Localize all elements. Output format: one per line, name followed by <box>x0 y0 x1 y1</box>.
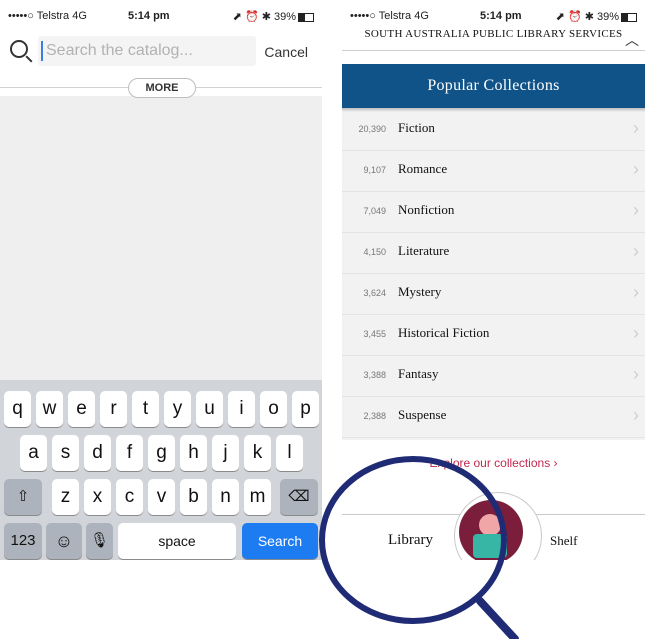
key-q[interactable]: q <box>4 391 31 427</box>
chevron-right-icon: › <box>633 282 639 302</box>
collection-name: Fantasy <box>398 366 439 381</box>
collection-row[interactable]: 4,150 Literature › <box>342 233 645 274</box>
key-c[interactable]: c <box>116 479 143 515</box>
key-e[interactable]: e <box>68 391 95 427</box>
key-h[interactable]: h <box>180 435 207 471</box>
results-area <box>0 96 322 380</box>
collection-count: 20,390 <box>358 124 386 134</box>
key-z[interactable]: z <box>52 479 79 515</box>
collection-row[interactable]: 3,388 Fantasy › <box>342 356 645 397</box>
key-g[interactable]: g <box>148 435 175 471</box>
collection-name: Historical Fiction <box>398 325 490 340</box>
key-x[interactable]: x <box>84 479 111 515</box>
chevron-right-icon: › <box>633 159 639 179</box>
collection-count: 9,107 <box>363 165 386 175</box>
collection-name: Romance <box>398 161 448 176</box>
more-button[interactable]: MORE <box>128 78 196 98</box>
key-v[interactable]: v <box>148 479 175 515</box>
key-u[interactable]: u <box>196 391 223 427</box>
key-n[interactable]: n <box>212 479 239 515</box>
shift-key[interactable]: ⇧ <box>4 479 42 515</box>
collection-name: Literature <box>398 243 450 258</box>
avatar-face <box>479 514 501 536</box>
battery-icon <box>621 12 637 22</box>
explore-collections-link[interactable]: Explore our collections › <box>342 456 645 470</box>
key-f[interactable]: f <box>116 435 143 471</box>
collection-name: Nonfiction <box>398 202 455 217</box>
header-divider <box>342 50 645 51</box>
cancel-button[interactable]: Cancel <box>264 44 308 60</box>
status-bar: •••••○ Telstra 4G 5:14 pm ⬈ ⏰ ✱ 39% <box>342 0 645 28</box>
status-bar: •••••○ Telstra 4G 5:14 pm ⬈ ⏰ ✱ 39% <box>0 0 322 28</box>
chevron-up-icon[interactable]: ︿ <box>625 30 639 50</box>
time-label: 5:14 pm <box>128 10 170 22</box>
emoji-key[interactable]: ☺ <box>46 523 82 559</box>
collection-row[interactable]: 3,455 Historical Fiction › <box>342 315 645 356</box>
chevron-right-icon: › <box>633 364 639 384</box>
key-j[interactable]: j <box>212 435 239 471</box>
microphone-key[interactable]: 🎙 <box>86 523 113 559</box>
collection-count: 4,150 <box>363 247 386 257</box>
reader-avatar-icon[interactable] <box>459 500 523 560</box>
status-icons: ⬈ ⏰ ✱ 39% <box>233 10 314 23</box>
collection-count: 3,388 <box>363 370 386 380</box>
collection-row[interactable]: 7,049 Nonfiction › <box>342 192 645 233</box>
chevron-right-icon: › <box>633 405 639 425</box>
collection-row[interactable]: 9,107 Romance › <box>342 151 645 192</box>
key-w[interactable]: w <box>36 391 63 427</box>
key-k[interactable]: k <box>244 435 271 471</box>
popular-collections-banner: Popular Collections <box>342 64 645 108</box>
search-placeholder: Search the catalog... <box>46 42 193 59</box>
key-d[interactable]: d <box>84 435 111 471</box>
tab-library[interactable]: Library <box>388 532 433 549</box>
search-screen: •••••○ Telstra 4G 5:14 pm ⬈ ⏰ ✱ 39% Sear… <box>0 0 322 560</box>
collection-name: Fiction <box>398 120 435 135</box>
status-right-text: ⬈ ⏰ ✱ 39% <box>555 11 619 23</box>
key-r[interactable]: r <box>100 391 127 427</box>
key-i[interactable]: i <box>228 391 255 427</box>
text-caret <box>41 41 43 61</box>
collection-count: 3,624 <box>363 288 386 298</box>
space-key[interactable]: space <box>118 523 236 559</box>
key-p[interactable]: p <box>292 391 319 427</box>
time-label: 5:14 pm <box>480 10 522 22</box>
collection-name: Suspense <box>398 407 447 422</box>
numbers-key[interactable]: 123 <box>4 523 42 559</box>
collection-count: 2,388 <box>363 411 386 421</box>
collections-screen: •••••○ Telstra 4G 5:14 pm ⬈ ⏰ ✱ 39% SOUT… <box>342 0 645 560</box>
magnifier-handle <box>476 597 519 639</box>
key-m[interactable]: m <box>244 479 271 515</box>
key-t[interactable]: t <box>132 391 159 427</box>
key-b[interactable]: b <box>180 479 207 515</box>
status-icons: ⬈ ⏰ ✱ 39% <box>556 10 637 23</box>
key-o[interactable]: o <box>260 391 287 427</box>
collection-row[interactable]: 3,624 Mystery › <box>342 274 645 315</box>
key-l[interactable]: l <box>276 435 303 471</box>
collection-row[interactable]: 2,388 Suspense › <box>342 397 645 438</box>
search-bar: Search the catalog... Cancel <box>0 34 322 68</box>
battery-icon <box>298 12 314 22</box>
chevron-right-icon: › <box>633 241 639 261</box>
chevron-right-icon: › <box>633 200 639 220</box>
key-s[interactable]: s <box>52 435 79 471</box>
key-a[interactable]: a <box>20 435 47 471</box>
search-icon <box>10 40 28 58</box>
collection-count: 7,049 <box>363 206 386 216</box>
status-right-text: ⬈ ⏰ ✱ 39% <box>232 11 296 23</box>
collection-count: 3,455 <box>363 329 386 339</box>
search-key[interactable]: Search <box>242 523 318 559</box>
backspace-key[interactable]: ⌫ <box>280 479 318 515</box>
tab-shelf[interactable]: Shelf <box>550 533 577 549</box>
keyboard: q w e r t y u i o p a s d f g h j k l ⇧ … <box>0 380 322 560</box>
row-divider <box>342 437 645 438</box>
carrier-label: •••••○ Telstra 4G <box>350 10 429 22</box>
avatar-book <box>473 534 507 558</box>
collection-row[interactable]: 20,390 Fiction › <box>342 110 645 151</box>
library-name: SOUTH AUSTRALIA PUBLIC LIBRARY SERVICES <box>364 28 623 40</box>
carrier-label: •••••○ Telstra 4G <box>8 10 87 22</box>
key-y[interactable]: y <box>164 391 191 427</box>
chevron-right-icon: › <box>633 118 639 138</box>
chevron-right-icon: › <box>633 323 639 343</box>
collection-name: Mystery <box>398 284 442 299</box>
